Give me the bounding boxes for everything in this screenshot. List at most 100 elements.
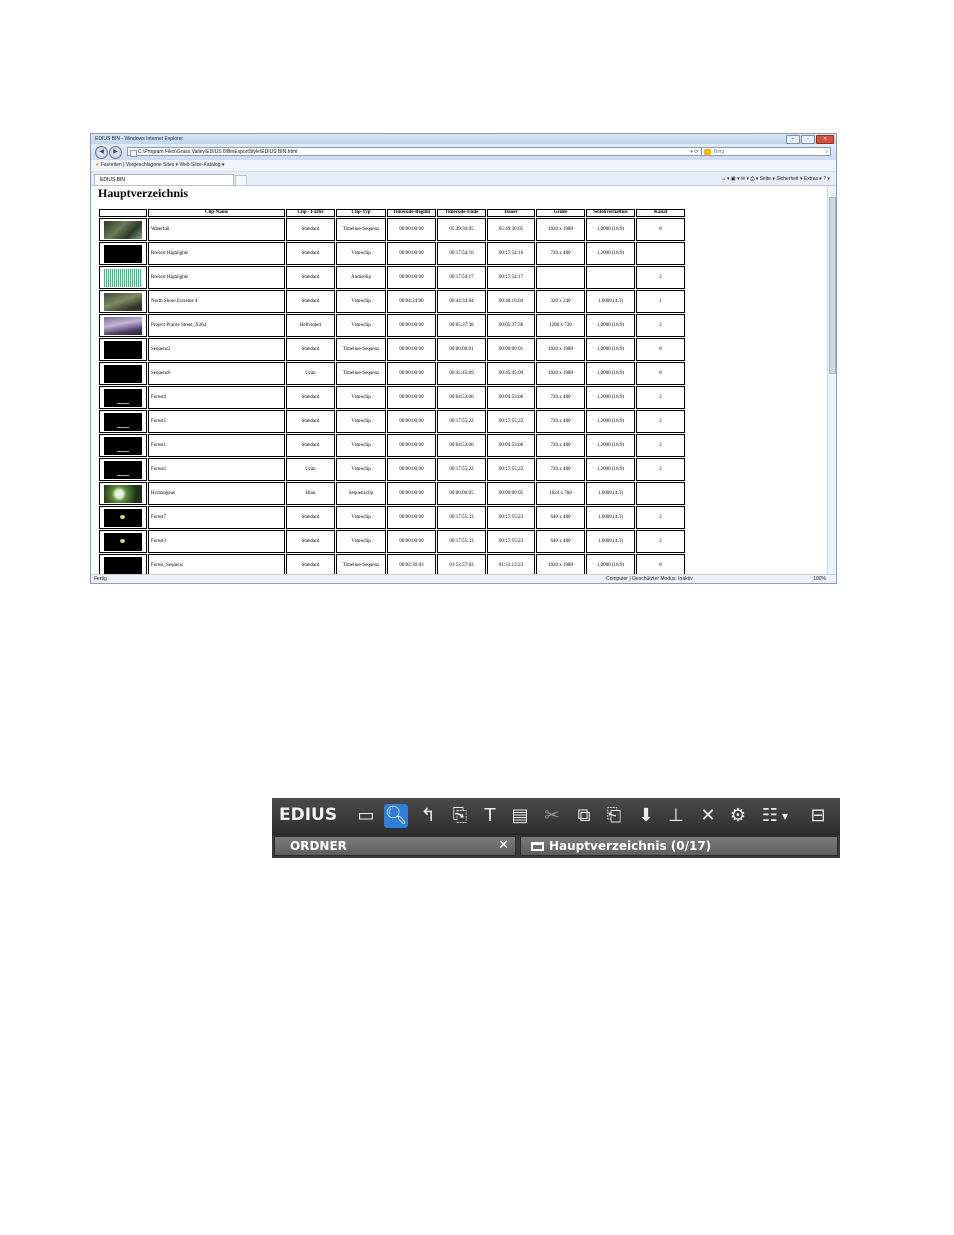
col-clip-type: Clip-Typ	[336, 209, 386, 217]
maximize-button[interactable]: ▫	[801, 135, 815, 144]
timecode-out-cell: 00:04:53:06	[437, 434, 486, 457]
table-row: Rresort Highlights Standard Videoclip 00:00…	[99, 242, 685, 265]
command-bar[interactable]: ⌂ ▾ ▣ ▾ ✉ ▾ ⎙ ▾ Seite ▾ Sicherheit ▾ Ext…	[723, 174, 830, 184]
clip-name-cell: Project Prairie Street_X264	[148, 314, 285, 337]
chevron-down-icon[interactable]: ▾	[778, 804, 792, 828]
duration-cell: 00:17:55:23	[487, 530, 535, 553]
clip-color-cell: Hellviolett	[286, 314, 335, 337]
minimize-button[interactable]: –	[786, 135, 800, 144]
forward-button[interactable]: ▶	[109, 146, 122, 159]
size-cell: 320 x 240	[536, 290, 585, 313]
back-button[interactable]: ◀	[95, 146, 108, 159]
up-level-icon[interactable]: ↰	[416, 804, 440, 828]
clip-thumbnail[interactable]	[104, 316, 142, 335]
clip-thumbnail[interactable]	[104, 292, 142, 311]
col-timecode-out: Timecode-Ende	[437, 209, 486, 217]
tab-edius-bin[interactable]: EDIUS BIN	[94, 174, 234, 185]
new-folder-icon[interactable]: ▭	[354, 804, 378, 828]
search-box[interactable]: Bing ⌕	[701, 147, 831, 156]
status-zone: Computer | Geschützter Modus: Inaktiv	[606, 576, 693, 582]
zoom-level[interactable]: 100%	[813, 575, 826, 583]
duration-cell: 00:17:55;22	[487, 458, 535, 481]
channel-cell: 1	[636, 290, 685, 313]
new-tab-button[interactable]	[235, 175, 247, 186]
duration-cell: 00:00:00:01	[487, 338, 535, 361]
copy-icon[interactable]: ⧉	[572, 804, 596, 828]
vertical-scrollbar[interactable]	[827, 186, 836, 575]
aspect-cell: 1,2000 (16:9)	[586, 386, 635, 409]
search-placeholder: Bing	[714, 149, 725, 155]
thumbnail-cell	[99, 266, 147, 289]
clip-thumbnail[interactable]	[104, 436, 142, 455]
timecode-in-cell: 00:00:00:00	[387, 338, 436, 361]
page-content: Hauptverzeichnis Clip-Name Clip - Farbe …	[91, 186, 828, 575]
clip-thumbnail[interactable]	[104, 340, 142, 359]
clip-thumbnail[interactable]	[104, 508, 142, 527]
timecode-in-cell: 00:00:00:00	[387, 218, 436, 241]
aspect-cell: 1,0000 (16:9)	[586, 338, 635, 361]
scroll-thumb[interactable]	[829, 197, 836, 374]
col-aspect: Seitenverhältnis	[586, 209, 635, 217]
print-icon[interactable]: ⎙ ▾	[750, 176, 758, 182]
clip-type-cell: Videoclip	[336, 434, 386, 457]
delete-icon[interactable]: ✕	[696, 804, 720, 828]
cut-icon[interactable]: ✂	[540, 804, 564, 828]
help-icon[interactable]: ? ▾	[823, 176, 830, 182]
clip-thumbnail[interactable]	[104, 244, 142, 263]
thumbnail-cell	[99, 410, 147, 433]
feeds-icon[interactable]: ▣ ▾	[731, 176, 740, 182]
properties-icon[interactable]: ⚙	[726, 804, 750, 828]
clip-thumbnail[interactable]	[104, 220, 142, 239]
open-bin-icon[interactable]: ⊟	[806, 804, 830, 828]
clip-thumbnail[interactable]	[104, 484, 142, 503]
mail-icon[interactable]: ✉ ▾	[741, 176, 749, 182]
edius-bin-panel: EDIUS ▭ 🔍︎ ↰ ⎘ T ▤ ✂ ⧉ ⎗ ⬇ ⊥ ✕ ⚙ ☷ ▾ ⊟ O…	[272, 798, 840, 858]
clip-thumbnail[interactable]	[104, 532, 142, 551]
thumbnail-cell	[99, 362, 147, 385]
channel-cell	[636, 482, 685, 505]
clip-color-cell: Blau	[286, 482, 335, 505]
search-icon[interactable]: 🔍︎	[384, 804, 408, 828]
home-icon[interactable]: ⌂ ▾	[723, 176, 730, 182]
search-icon[interactable]: ⌕	[825, 148, 828, 157]
size-cell: 1280 x 720	[536, 314, 585, 337]
clip-type-cell: Videoclip	[336, 314, 386, 337]
favorites-text[interactable]: Favoriten | Vorgeschlagene Sites ▾ Web S…	[101, 162, 225, 168]
clip-color-cell: Standard	[286, 434, 335, 457]
clip-color-cell: Standard	[286, 242, 335, 265]
paste-icon[interactable]: ⎗	[602, 804, 626, 828]
add-to-timeline-icon[interactable]: ⬇	[634, 804, 658, 828]
aspect-cell: 1,2000 (16:9)	[586, 410, 635, 433]
aspect-cell: 1,0000 (4:3)	[586, 482, 635, 505]
clip-thumbnail[interactable]	[104, 388, 142, 407]
clip-thumbnail[interactable]	[104, 412, 142, 431]
clip-thumbnail[interactable]	[104, 268, 142, 287]
address-bar[interactable]: C:\Program Files\Grass Valley\EDIUS 6\Bi…	[127, 147, 707, 157]
size-cell: 1920 x 1080	[536, 554, 585, 575]
bin-panel-header: Hauptverzeichnis (0/17)	[520, 836, 838, 856]
color-bar-icon[interactable]: ▤	[508, 804, 532, 828]
thumbnail-cell	[99, 482, 147, 505]
favorites-star-icon[interactable]: ★	[95, 162, 99, 168]
clip-color-cell: Grün	[286, 362, 335, 385]
clip-thumbnail[interactable]	[104, 556, 142, 575]
import-icon[interactable]: ⎘	[448, 804, 472, 828]
close-window-button[interactable]: ✕	[816, 135, 834, 144]
timecode-in-cell: 00:00:00:00	[387, 266, 436, 289]
table-row: Hydrangeas Blau Sequenzclip 00:00:00:00 00:0…	[99, 482, 685, 505]
insert-icon[interactable]: ⊥	[664, 804, 688, 828]
clip-type-cell: Timeline-Sequenz	[336, 362, 386, 385]
command-menus[interactable]: Seite ▾ Sicherheit ▾ Extras ▾	[760, 176, 822, 182]
clip-thumbnail[interactable]	[104, 460, 142, 479]
thumbnail-cell	[99, 434, 147, 457]
clip-thumbnail[interactable]	[104, 364, 142, 383]
clip-type-cell: Timeline-Sequenz	[336, 554, 386, 575]
edius-logo: EDIUS	[279, 805, 338, 825]
aspect-cell: 1,2000 (16:9)	[586, 242, 635, 265]
clip-name-cell: Waterfall	[148, 218, 285, 241]
close-folder-view-button[interactable]: ✕	[498, 837, 509, 855]
title-icon[interactable]: T	[478, 804, 502, 828]
clip-type-cell: Videoclip	[336, 242, 386, 265]
clip-color-cell: Standard	[286, 266, 335, 289]
size-cell: 720 x 480	[536, 386, 585, 409]
